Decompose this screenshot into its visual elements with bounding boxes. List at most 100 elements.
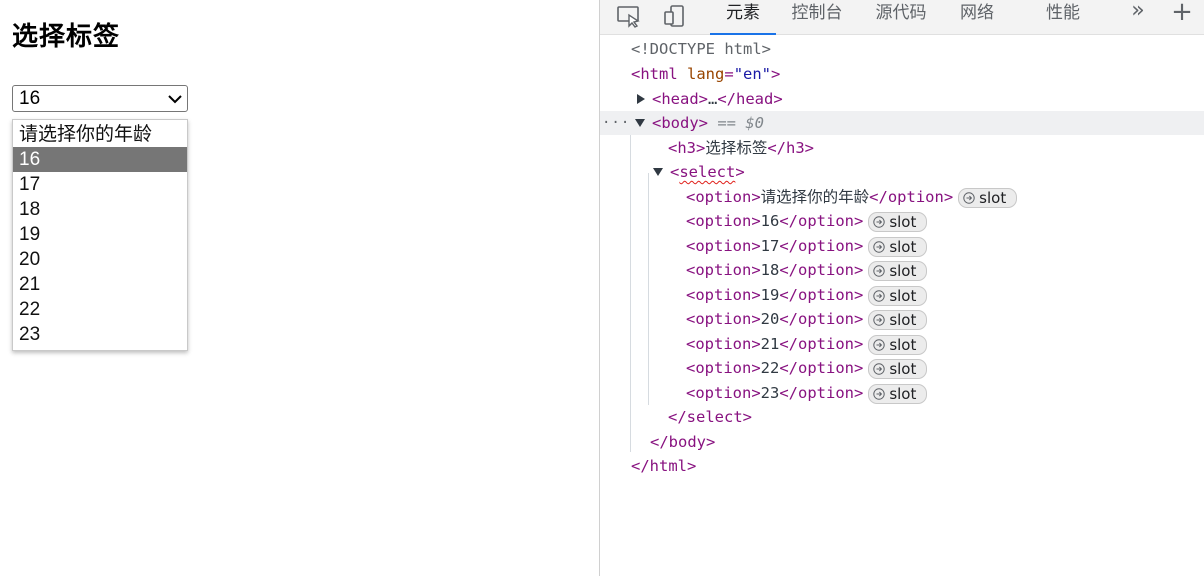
option-text: 18 — [760, 261, 780, 279]
option-text: 请选择你的年龄 — [760, 188, 870, 206]
reveal-slot-icon — [873, 362, 886, 375]
option-close-tag: </option> — [779, 335, 864, 353]
age-select[interactable]: 16 — [12, 85, 188, 112]
option-open-tag: <option> — [686, 286, 761, 304]
slot-badge[interactable]: slot — [868, 211, 928, 232]
select-close-tag: </select> — [668, 408, 752, 426]
slot-badge[interactable]: slot — [868, 383, 928, 404]
tab-console[interactable]: 控制台 — [784, 0, 850, 33]
expand-arrow-icon[interactable] — [637, 94, 645, 104]
tree-row-option[interactable]: <option>16</option> slot — [600, 209, 1204, 233]
option-text: 21 — [760, 335, 780, 353]
option-close-tag: </option> — [869, 188, 954, 206]
tree-row-head[interactable]: <head>…</head> — [600, 87, 1204, 111]
tree-row-html[interactable]: <html lang="en"> — [600, 62, 1204, 86]
tree-row-option[interactable]: <option>19</option> slot — [600, 283, 1204, 307]
chevron-down-icon — [168, 95, 182, 104]
collapse-arrow-icon[interactable] — [653, 168, 663, 176]
slot-badge[interactable]: slot — [868, 236, 928, 257]
head-ellipsis: … — [708, 90, 718, 108]
slot-label: slot — [889, 286, 917, 305]
option-text: 22 — [760, 359, 780, 377]
tree-row-h3[interactable]: <h3>选择标签</h3> — [600, 136, 1204, 160]
tree-row-option[interactable]: <option>请选择你的年龄</option> slot — [600, 185, 1204, 209]
slot-badge[interactable]: slot — [868, 334, 928, 355]
dropdown-option[interactable]: 16 — [13, 147, 187, 172]
option-open-tag: <option> — [686, 359, 761, 377]
option-close-tag: </option> — [779, 261, 864, 279]
tab-sources[interactable]: 源代码 — [868, 0, 934, 33]
doctype-text: <!DOCTYPE html> — [631, 40, 771, 58]
slot-badge[interactable]: slot — [958, 187, 1018, 208]
html-tag-name: html — [640, 65, 678, 83]
dropdown-option[interactable]: 18 — [13, 197, 187, 222]
page-title: 选择标签 — [12, 22, 121, 52]
head-open-tag: <head> — [652, 90, 708, 108]
option-text: 17 — [760, 237, 780, 255]
tab-network[interactable]: 网络 — [954, 0, 1000, 33]
tree-row-option[interactable]: <option>18</option> slot — [600, 258, 1204, 282]
age-select-dropdown: 请选择你的年龄 16 17 18 19 20 21 22 23 — [12, 119, 188, 351]
reveal-slot-icon — [963, 191, 975, 204]
dropdown-option[interactable]: 22 — [13, 297, 187, 322]
head-close-tag: </head> — [717, 90, 783, 108]
inspect-element-icon[interactable] — [616, 4, 642, 28]
more-tabs-icon[interactable]: » — [1126, 0, 1150, 33]
devtools-panel: 元素 控制台 源代码 网络 性能 » + <!DOCTYPE html> <ht… — [599, 0, 1204, 576]
slot-label: slot — [979, 188, 1007, 207]
row-menu-icon[interactable]: ··· — [602, 111, 630, 135]
html-attr-value: "en" — [733, 65, 772, 83]
dropdown-option[interactable]: 19 — [13, 222, 187, 247]
option-open-tag: <option> — [686, 384, 761, 402]
body-close-tag: </body> — [650, 433, 716, 451]
dropdown-option[interactable]: 17 — [13, 172, 187, 197]
option-text: 16 — [760, 212, 780, 230]
tree-row-option[interactable]: <option>17</option> slot — [600, 234, 1204, 258]
tree-row-body[interactable]: ··· <body> == $0 — [600, 111, 1204, 135]
reveal-slot-icon — [873, 338, 886, 351]
add-tab-icon[interactable]: + — [1170, 0, 1194, 33]
tree-row-doctype[interactable]: <!DOCTYPE html> — [600, 37, 1204, 61]
slot-badge[interactable]: slot — [868, 309, 928, 330]
body-open-tag: <body> — [652, 114, 708, 132]
option-close-tag: </option> — [779, 212, 864, 230]
html-close-tag: </html> — [631, 457, 697, 475]
option-open-tag: <option> — [686, 261, 761, 279]
slot-label: slot — [889, 237, 917, 256]
h3-text: 选择标签 — [705, 139, 768, 157]
dropdown-option[interactable]: 请选择你的年龄 — [13, 122, 187, 147]
slot-label: slot — [889, 384, 917, 403]
dropdown-option[interactable]: 23 — [13, 322, 187, 347]
tab-performance[interactable]: 性能 — [1040, 0, 1086, 33]
tree-row-option[interactable]: <option>22</option> slot — [600, 356, 1204, 380]
option-close-tag: </option> — [779, 384, 864, 402]
tree-row-option[interactable]: <option>23</option> slot — [600, 381, 1204, 405]
tree-row-option[interactable]: <option>21</option> slot — [600, 332, 1204, 356]
reveal-slot-icon — [873, 289, 886, 302]
option-open-tag: <option> — [686, 188, 761, 206]
slot-label: slot — [889, 335, 917, 354]
option-open-tag: <option> — [686, 212, 761, 230]
dropdown-option[interactable]: 20 — [13, 247, 187, 272]
option-open-tag: <option> — [686, 310, 761, 328]
tree-row-html-close[interactable]: </html> — [600, 454, 1204, 478]
slot-badge[interactable]: slot — [868, 358, 928, 379]
tree-row-select[interactable]: <select> — [600, 160, 1204, 184]
devtools-toolbar: 元素 控制台 源代码 网络 性能 » + — [600, 0, 1204, 35]
dropdown-option[interactable]: 21 — [13, 272, 187, 297]
tree-row-option[interactable]: <option>20</option> slot — [600, 307, 1204, 331]
option-open-tag: <option> — [686, 335, 761, 353]
collapse-arrow-icon[interactable] — [635, 119, 645, 127]
tree-row-select-close[interactable]: </select> — [600, 405, 1204, 429]
device-toolbar-icon[interactable] — [662, 4, 688, 28]
tree-row-body-close[interactable]: </body> — [600, 430, 1204, 454]
option-open-tag: <option> — [686, 237, 761, 255]
reveal-slot-icon — [873, 387, 886, 400]
option-text: 20 — [760, 310, 780, 328]
selected-node-hint: == $0 — [717, 114, 765, 132]
slot-label: slot — [889, 310, 917, 329]
slot-badge[interactable]: slot — [868, 260, 928, 281]
reveal-slot-icon — [873, 240, 886, 253]
slot-badge[interactable]: slot — [868, 285, 928, 306]
tab-elements[interactable]: 元素 — [710, 0, 776, 35]
